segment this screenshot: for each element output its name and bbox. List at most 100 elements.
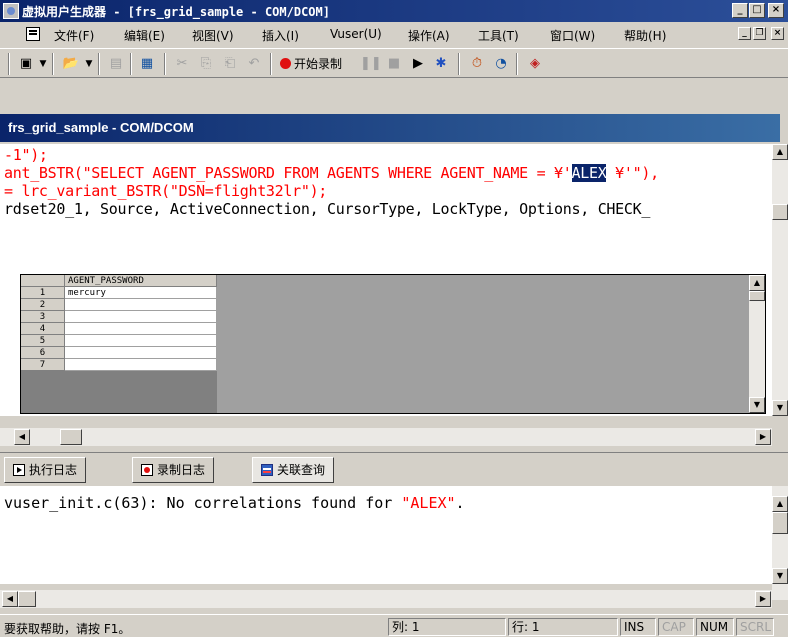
editor-vertical-scrollbar-lower[interactable]: ▼	[772, 266, 788, 416]
paste-icon[interactable]: ⎗	[220, 54, 240, 74]
breakpoint-icon[interactable]: ◔	[490, 54, 512, 74]
menu-help[interactable]: 帮助(H)	[624, 27, 666, 44]
tab-replay-log[interactable]: 执行日志	[4, 457, 87, 483]
step-icon[interactable]: ⏱	[466, 54, 488, 74]
pause-icon[interactable]: ❚❚	[360, 54, 382, 74]
editor-vertical-scrollbar[interactable]: ▲	[772, 144, 788, 266]
mdi-minimize-button[interactable]: _	[738, 27, 751, 40]
scroll-left-button[interactable]: ◀	[2, 591, 18, 607]
play-log-icon	[13, 464, 25, 476]
app-icon[interactable]	[3, 3, 19, 19]
output-pane[interactable]: vuser_init.c(63): No correlations found …	[0, 486, 772, 584]
editor-horizontal-scrollbar[interactable]: ◀ ▶	[0, 428, 772, 446]
open-folder-icon[interactable]: 📂	[60, 54, 82, 74]
tab-label: 关联查询	[277, 463, 326, 477]
tab-recording-log[interactable]: 录制日志	[132, 457, 215, 483]
maximize-button[interactable]: □	[749, 3, 765, 18]
grid-row-number[interactable]: 2	[21, 299, 65, 311]
toolbar-separator	[8, 53, 10, 75]
status-cap: CAP	[658, 618, 694, 636]
menu-bar: 文件(F) 编辑(E) 视图(V) 插入(I) Vuser(U) 操作(A) 工…	[0, 22, 788, 48]
scroll-thumb[interactable]	[18, 591, 36, 607]
output-vertical-scrollbar[interactable]: ▲ ▼	[772, 486, 788, 600]
scroll-thumb[interactable]	[772, 204, 788, 220]
code-line: = lrc_variant_BSTR("DSN=flight32lr");	[4, 182, 328, 200]
grid-row-number[interactable]: 3	[21, 311, 65, 323]
mdi-restore-button[interactable]: ❐	[753, 27, 766, 40]
scroll-right-button[interactable]: ▶	[755, 429, 771, 445]
grid-row-number[interactable]: 6	[21, 347, 65, 359]
new-script-icon[interactable]: ▣	[16, 54, 36, 74]
scroll-right-button[interactable]: ▶	[755, 591, 771, 607]
grid-row-number[interactable]: 7	[21, 359, 65, 371]
status-scrl: SCRL	[736, 618, 774, 636]
grid-row-number[interactable]: 4	[21, 323, 65, 335]
grid-row-number[interactable]: 1	[21, 287, 65, 299]
start-recording-button[interactable]: 开始录制	[280, 54, 342, 74]
tab-correlation-results[interactable]: 关联查询	[252, 457, 335, 483]
menu-view[interactable]: 视图(V)	[192, 27, 234, 44]
menu-vuser[interactable]: Vuser(U)	[330, 27, 382, 41]
stop-icon[interactable]: ■	[384, 54, 404, 74]
output-message: vuser_init.c(63): No correlations found …	[4, 494, 465, 512]
selected-text: ALEX	[571, 164, 607, 182]
document-caption: frs_grid_sample - COM/DCOM	[0, 114, 780, 142]
script-view-icon[interactable]: ▦	[136, 54, 158, 74]
menu-file[interactable]: 文件(F)	[54, 27, 94, 44]
script-editor[interactable]: -1"); ant_BSTR("SELECT AGENT_PASSWORD FR…	[0, 144, 772, 266]
toolbar-separator	[98, 53, 100, 75]
new-dropdown-icon[interactable]: ▼	[38, 54, 48, 74]
grid-cell[interactable]: mercury	[65, 287, 217, 299]
scroll-up-button[interactable]: ▲	[749, 275, 765, 291]
toolbar-separator	[130, 53, 132, 75]
copy-icon[interactable]: ⎘	[196, 54, 216, 74]
scroll-thumb[interactable]	[749, 291, 765, 301]
grid-column-header[interactable]: AGENT_PASSWORD	[65, 275, 217, 287]
save-icon[interactable]: ▤	[106, 54, 126, 74]
output-text: .	[455, 494, 465, 512]
toolbar: ▣ ▼ 📂 ▼ ▤ ▦ ✂ ⎘ ⎗ ↶ 开始录制 ❚❚ ■ ▶ ✱ ⏱ ◔ ◈	[0, 48, 788, 78]
grid-cell[interactable]	[65, 323, 217, 335]
run-time-settings-icon[interactable]: ◈	[524, 54, 546, 74]
compile-icon[interactable]: ✱	[430, 54, 452, 74]
grid-vertical-scrollbar[interactable]: ▲ ▼	[749, 275, 765, 413]
status-ins: INS	[620, 618, 656, 636]
grid-cell[interactable]	[65, 311, 217, 323]
run-icon[interactable]: ▶	[408, 54, 428, 74]
grid-corner-cell[interactable]	[21, 275, 65, 287]
grid-cell[interactable]	[65, 335, 217, 347]
data-grid[interactable]: AGENT_PASSWORD 1 mercury 2 3 4 5 6 7 ▲ ▼	[20, 274, 766, 414]
start-recording-label: 开始录制	[294, 57, 343, 71]
minimize-button[interactable]: _	[732, 3, 748, 18]
scroll-down-button[interactable]: ▼	[772, 400, 788, 416]
output-horizontal-scrollbar[interactable]: ◀ ▶	[0, 590, 772, 608]
menu-edit[interactable]: 编辑(E)	[124, 27, 165, 44]
status-column: 列: 1	[388, 618, 506, 636]
menu-insert[interactable]: 插入(I)	[262, 27, 299, 44]
document-menu-icon[interactable]	[26, 27, 40, 41]
menu-actions[interactable]: 操作(A)	[408, 27, 450, 44]
menu-window[interactable]: 窗口(W)	[550, 27, 595, 44]
grid-row-number[interactable]: 5	[21, 335, 65, 347]
grid-cell[interactable]	[65, 299, 217, 311]
scroll-left-button[interactable]: ◀	[14, 429, 30, 445]
scroll-up-button[interactable]: ▲	[772, 144, 788, 160]
output-quoted-text: "ALEX"	[401, 494, 456, 512]
grid-cell[interactable]	[65, 359, 217, 371]
scroll-thumb[interactable]	[60, 429, 82, 445]
open-dropdown-icon[interactable]: ▼	[84, 54, 94, 74]
grid-pane: AGENT_PASSWORD 1 mercury 2 3 4 5 6 7 ▲ ▼	[0, 266, 772, 416]
menu-tools[interactable]: 工具(T)	[478, 27, 519, 44]
grid-cell[interactable]	[65, 347, 217, 359]
undo-icon[interactable]: ↶	[244, 54, 264, 74]
status-num: NUM	[696, 618, 734, 636]
scroll-up-button[interactable]: ▲	[772, 496, 788, 512]
code-text: ant_BSTR("SELECT AGENT_PASSWORD FROM AGE…	[4, 164, 572, 182]
mdi-close-button[interactable]: ×	[771, 27, 784, 40]
cut-icon[interactable]: ✂	[172, 54, 192, 74]
scroll-down-button[interactable]: ▼	[772, 568, 788, 584]
scroll-down-button[interactable]: ▼	[749, 397, 765, 413]
window-title: 虚拟用户生成器 - [frs_grid_sample - COM/DCOM]	[22, 5, 330, 19]
scroll-thumb[interactable]	[772, 512, 788, 534]
close-button[interactable]: ×	[768, 3, 784, 18]
